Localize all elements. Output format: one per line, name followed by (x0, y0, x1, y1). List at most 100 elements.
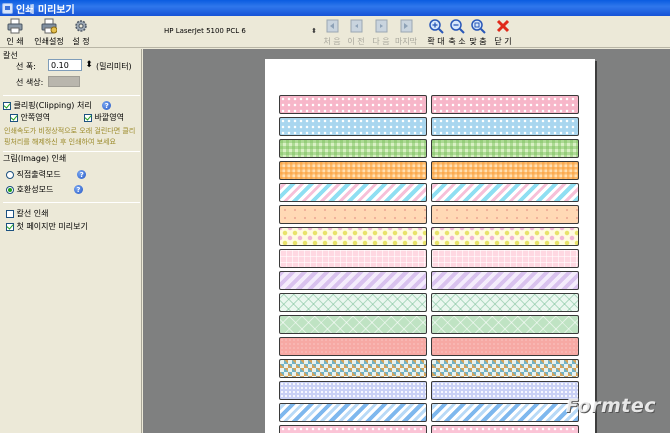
close-button[interactable]: 닫 기 (493, 16, 513, 48)
updown-arrows-icon: ⬍ (311, 27, 317, 35)
toolbar: 인 쇄 인쇄설정 설 정 HP LaserJet 5100 PCL 6 ⬍ 처 … (0, 16, 670, 48)
zoom-in-label: 확 대 (427, 37, 445, 46)
label-strip-orange-check (279, 161, 427, 180)
first-page-only-checkbox[interactable] (6, 222, 14, 231)
label-strip-coral-solid (431, 337, 579, 356)
label-strip-pink-dots (431, 95, 579, 114)
label-strip-gold-diamonds (431, 359, 579, 378)
label-strip-peach-dots (279, 205, 427, 224)
label-strip-pink-dots (279, 95, 427, 114)
clipping-label: 클리핑(Clipping) 처리 (13, 101, 92, 110)
compat-mode-radio[interactable] (6, 185, 14, 194)
options-panel: 칼선 선 폭: 0.10 ⬍ (밀리미터) 선 색상: 클리핑(Clipping… (0, 49, 142, 433)
clip-warning-text: 인쇄속도가 비정상적으로 오래 걸린다면 클리핑처리를 해제하신 후 인쇄하여 … (4, 127, 136, 146)
prev-page-button[interactable]: 이 전 (346, 16, 366, 48)
help-icon[interactable]: ? (102, 101, 112, 110)
clip-outer-checkbox[interactable] (84, 113, 92, 122)
line-width-value: 0.10 (51, 60, 69, 70)
cut-line-print-row: 칼선 인쇄 (6, 208, 49, 219)
clip-inner-label: 안쪽영역 (20, 113, 50, 122)
direct-mode-radio[interactable] (6, 170, 14, 179)
line-width-unit: (밀리미터) (96, 62, 132, 71)
fit-button[interactable]: 맞 춤 (468, 16, 488, 48)
label-strip-periwinkle-dots (279, 381, 427, 400)
last-page-button[interactable]: 마지막 (395, 16, 417, 48)
label-strip-green-gingham (279, 139, 427, 158)
image-print-header: 그림(Image) 인쇄 (3, 154, 67, 163)
first-page-only-row: 첫 페이지만 미리보기 (6, 221, 88, 232)
zoom-in-icon (428, 18, 444, 34)
label-strip-orange-check (431, 161, 579, 180)
help-icon[interactable]: ? (77, 170, 87, 179)
divider (3, 151, 140, 152)
clip-inner-row: 안쪽영역 (10, 112, 50, 123)
compat-mode-label: 호환성모드 (16, 185, 54, 194)
label-strip-periwinkle-dots (431, 381, 579, 400)
print-label: 인 쇄 (6, 37, 24, 46)
prev-page-icon (348, 18, 364, 34)
label-strip-lavender-stripes (279, 271, 427, 290)
window-title: 인쇄 미리보기 (16, 4, 75, 16)
label-strip-coral-solid (279, 337, 427, 356)
divider (3, 95, 140, 96)
label-strip-mint-lattice (431, 293, 579, 312)
clip-outer-row: 바깥영역 (84, 112, 124, 123)
label-strip-blue-dots (279, 117, 427, 136)
spin-arrows-icon[interactable]: ⬍ (84, 59, 94, 71)
printer-settings-icon (41, 18, 57, 34)
zoom-out-button[interactable]: 축 소 (447, 16, 467, 48)
zoom-fit-icon (470, 18, 486, 34)
label-strip-pink-dots-2 (431, 425, 579, 433)
cut-line-print-checkbox[interactable] (6, 209, 14, 218)
cut-line-header: 칼선 (3, 51, 18, 60)
label-strip-blue-stripes (431, 403, 579, 422)
cut-line-print-label: 칼선 인쇄 (16, 209, 49, 218)
preview-area[interactable]: Formtec (143, 49, 670, 433)
close-icon (495, 18, 511, 34)
last-page-icon (398, 18, 414, 34)
zoom-out-label: 축 소 (448, 37, 466, 46)
label-strip-green-gingham (431, 139, 579, 158)
label-strip-green-diamonds (279, 315, 427, 334)
label-strip-mint-lattice (279, 293, 427, 312)
next-page-label: 다 음 (372, 37, 390, 46)
divider (3, 202, 140, 203)
clipping-row: 클리핑(Clipping) 처리 ? (3, 100, 112, 111)
direct-mode-row: 직접출력모드 ? (6, 169, 87, 180)
settings-label: 설 정 (72, 37, 90, 46)
settings-button[interactable]: 설 정 (70, 16, 92, 48)
print-settings-button[interactable]: 인쇄설정 (32, 16, 66, 48)
first-page-label: 처 음 (323, 37, 341, 46)
direct-mode-label: 직접출력모드 (16, 170, 61, 179)
gear-icon (73, 18, 89, 34)
print-button[interactable]: 인 쇄 (2, 16, 28, 48)
next-page-button[interactable]: 다 음 (371, 16, 391, 48)
label-strip-pink-plaid (279, 249, 427, 268)
last-page-label: 마지막 (394, 37, 418, 46)
label-strip-cyan-stripes (279, 183, 427, 202)
prev-page-label: 이 전 (347, 37, 365, 46)
zoom-in-button[interactable]: 확 대 (426, 16, 446, 48)
help-icon[interactable]: ? (73, 185, 83, 194)
label-strip-yellow-circles (431, 227, 579, 246)
printer-select[interactable]: HP LaserJet 5100 PCL 6 ⬍ (161, 24, 318, 38)
first-page-only-label: 첫 페이지만 미리보기 (16, 222, 88, 231)
label-strip-blue-stripes (279, 403, 427, 422)
app-icon (2, 2, 13, 14)
formtec-watermark: Formtec (565, 395, 656, 417)
printer-icon (7, 18, 23, 34)
close-label: 닫 기 (494, 37, 512, 46)
line-width-input[interactable]: 0.10 (48, 59, 82, 71)
label-strip-pink-dots-2 (279, 425, 427, 433)
first-page-button[interactable]: 처 음 (322, 16, 342, 48)
zoom-out-icon (449, 18, 465, 34)
label-strip-gold-diamonds (279, 359, 427, 378)
line-color-label: 선 색상: (16, 78, 44, 87)
label-strip-yellow-circles (279, 227, 427, 246)
clip-inner-checkbox[interactable] (10, 113, 18, 122)
next-page-icon (373, 18, 389, 34)
compat-mode-row: 호환성모드 ? (6, 184, 83, 195)
clipping-checkbox[interactable] (3, 101, 11, 110)
label-strip-lavender-stripes (431, 271, 579, 290)
line-color-swatch[interactable] (48, 76, 80, 87)
